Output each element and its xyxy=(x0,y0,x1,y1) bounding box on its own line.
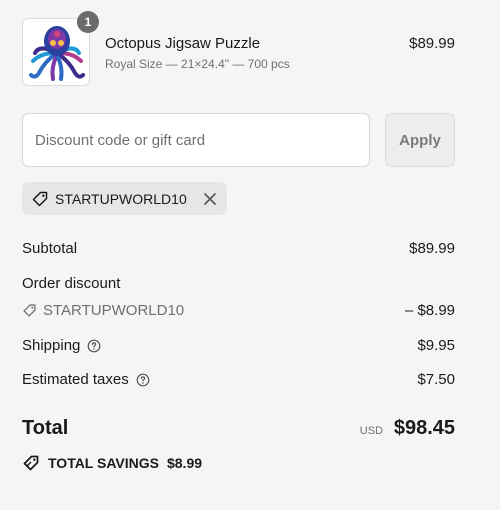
taxes-value: $7.50 xyxy=(417,371,455,388)
subtotal-label: Subtotal xyxy=(22,240,78,257)
shipping-label: Shipping xyxy=(22,337,81,354)
applied-discount-chip: STARTUPWORLD10 xyxy=(22,182,227,215)
quantity-badge: 1 xyxy=(77,11,99,33)
close-icon xyxy=(204,193,216,205)
total-savings-label: TOTAL SAVINGS xyxy=(48,455,159,471)
total-savings: TOTAL SAVINGS $8.99 xyxy=(22,454,202,472)
taxes-label: Estimated taxes xyxy=(22,371,129,388)
applied-discount-code: STARTUPWORLD10 xyxy=(55,190,187,207)
total-savings-amount: $8.99 xyxy=(166,455,203,471)
total-label: Total xyxy=(22,417,69,439)
tag-icon xyxy=(22,303,37,318)
help-icon[interactable] xyxy=(87,339,101,353)
remove-discount-button[interactable] xyxy=(202,191,218,207)
tag-icon xyxy=(31,190,49,208)
line-item: 1 Octopus Jigsaw Puzzle Royal Size — 21×… xyxy=(22,11,455,88)
product-price: $89.99 xyxy=(409,35,455,52)
total-currency: USD xyxy=(359,425,383,437)
product-variant: Royal Size — 21×24.4" — 700 pcs xyxy=(105,57,290,71)
discount-code-label: STARTUPWORLD10 xyxy=(43,302,185,319)
discount-value: – $8.99 xyxy=(404,302,455,319)
total-amount: $98.45 xyxy=(393,417,455,439)
shipping-value: $9.95 xyxy=(417,337,455,354)
total-row: Total USD $98.45 xyxy=(22,417,455,445)
octopus-puzzle-image xyxy=(29,26,85,81)
help-icon[interactable] xyxy=(136,373,150,387)
discount-code-input[interactable] xyxy=(22,113,370,167)
subtotal-value: $89.99 xyxy=(409,240,455,257)
product-name: Octopus Jigsaw Puzzle xyxy=(105,35,261,52)
order-discount-label: Order discount xyxy=(22,275,121,292)
tag-icon xyxy=(22,454,40,472)
apply-discount-button[interactable]: Apply xyxy=(385,113,455,167)
product-thumbnail: 1 xyxy=(22,11,99,86)
